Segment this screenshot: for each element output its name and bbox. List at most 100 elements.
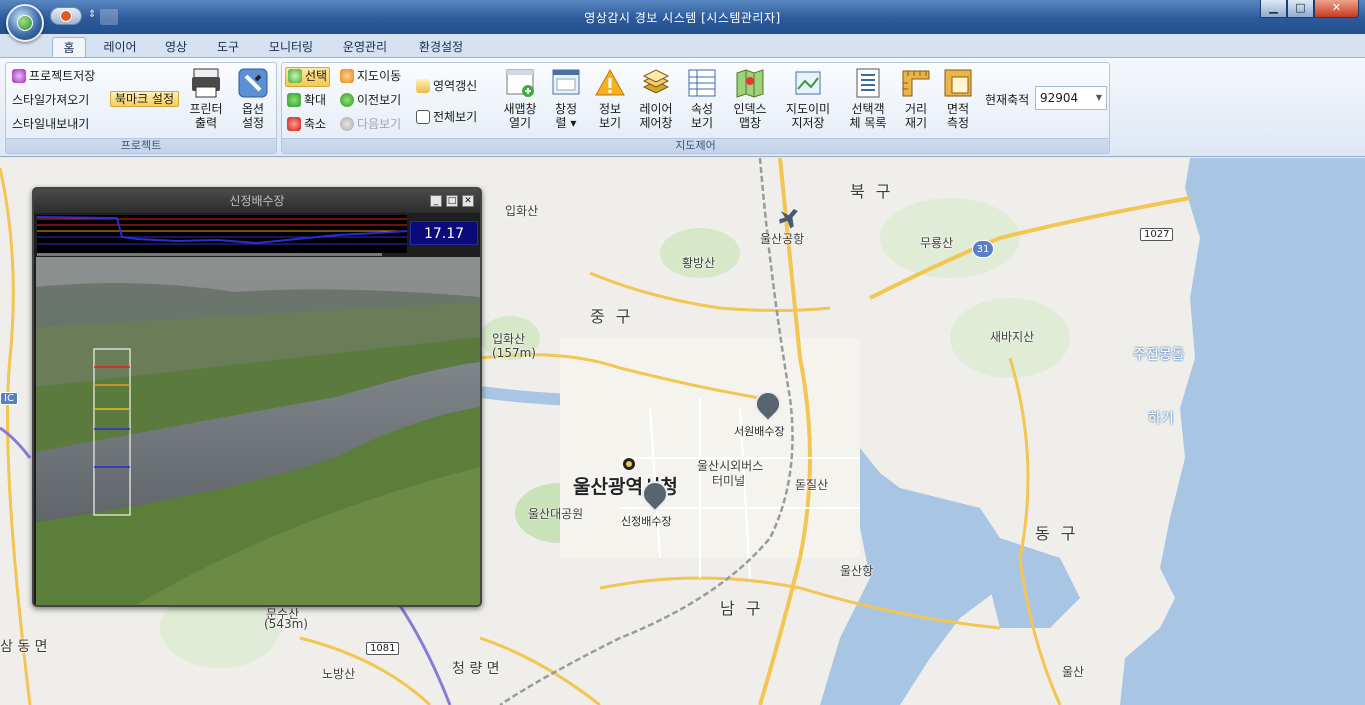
scale-label: 현재축적 xyxy=(985,93,1030,107)
map-label-saebaji: 새바지산 xyxy=(990,330,1035,344)
options-button[interactable]: 옵션 설정 xyxy=(233,67,273,130)
map-label-ulsan-port: 울산항 xyxy=(840,564,874,578)
selected-object-list-button[interactable]: 선택객 체 목록 xyxy=(842,67,894,130)
map-label-haki: 하기 xyxy=(1148,411,1174,427)
map-label-grand-park: 울산대공원 xyxy=(528,507,584,521)
refresh-icon xyxy=(416,79,430,93)
map-label-bus-terminal-2: 터미널 xyxy=(712,474,746,488)
map-label-ipwhasan2: 입화산 xyxy=(492,332,526,346)
refresh-area-button[interactable]: 영역갱신 xyxy=(414,77,479,97)
road-shield-1081: 1081 xyxy=(366,642,400,655)
map-image-save-button[interactable]: 지도이미 지저장 xyxy=(780,67,836,130)
check-icon xyxy=(288,69,302,83)
back-icon xyxy=(340,93,354,107)
water-level-graph xyxy=(37,215,407,253)
layer-control-button[interactable]: 레이어 제어창 xyxy=(634,67,678,130)
map-label-samdong: 삼 동 면 xyxy=(0,639,48,655)
attribute-view-button[interactable]: 속성 보기 xyxy=(682,67,722,130)
tab-operations[interactable]: 운영관리 xyxy=(334,37,396,58)
zoom-in-button[interactable]: 확대 xyxy=(285,91,328,111)
save-icon xyxy=(12,69,26,83)
warning-icon xyxy=(594,67,626,99)
scale-select[interactable]: 92904 ▼ xyxy=(1035,86,1107,110)
map-label-ipwhasan2-elev: (157m) xyxy=(492,346,536,360)
map-label-junggu: 중 구 xyxy=(590,307,634,326)
tab-settings[interactable]: 환경설정 xyxy=(408,37,474,58)
pan-button[interactable]: 지도이동 xyxy=(338,67,403,87)
project-group: 프로젝트저장 스타일가져오기 스타일내보내기 북마크 설정 프린터 출력 옵션 설정… xyxy=(5,62,277,154)
map-label-nobangsan: 노방산 xyxy=(322,667,356,681)
select-tool-button[interactable]: 선택 xyxy=(285,67,331,87)
tab-layer[interactable]: 레이어 xyxy=(95,37,145,58)
area-measure-button[interactable]: 면적 측정 xyxy=(940,67,976,130)
water-level-value: 17.17 xyxy=(410,221,478,245)
layers-icon xyxy=(640,67,672,99)
full-extent-icon xyxy=(416,110,430,124)
pin-label-sinjeong: 신정배수장 xyxy=(621,515,672,528)
map-icon xyxy=(734,67,766,99)
map-label-dojilsan: 돋질산 xyxy=(795,478,829,492)
project-group-caption: 프로젝트 xyxy=(6,138,276,153)
tab-video[interactable]: 영상 xyxy=(156,37,196,58)
map-label-munsusan-elev: (543m) xyxy=(264,617,308,631)
bookmark-settings-button[interactable]: 북마크 설정 xyxy=(108,90,181,110)
globe-icon xyxy=(17,15,33,31)
index-map-button[interactable]: 인덱스 맵창 xyxy=(726,67,774,130)
move-icon xyxy=(340,69,354,83)
previous-view-button[interactable]: 이전보기 xyxy=(338,91,403,111)
list-icon xyxy=(852,67,884,99)
image-save-icon xyxy=(792,67,824,99)
info-view-button[interactable]: 정보 보기 xyxy=(590,67,630,130)
distance-measure-button[interactable]: 거리 재기 xyxy=(898,67,934,130)
camera-popup-window[interactable]: 신정배수장 _ □ ✕ 17.17 xyxy=(32,187,482,607)
window-title: 영상감시 경보 시스템 [시스템관리자] xyxy=(584,11,781,25)
ribbon: 프로젝트저장 스타일가져오기 스타일내보내기 북마크 설정 프린터 출력 옵션 설정… xyxy=(0,57,1365,157)
options-icon xyxy=(237,67,269,99)
map-label-mubongsan: 무룡산 xyxy=(920,236,954,250)
timeline-scrubber[interactable] xyxy=(37,253,382,256)
full-view-button[interactable]: 전체보기 xyxy=(414,108,479,128)
pin-label-seowon: 서원배수장 xyxy=(734,425,785,438)
minus-icon xyxy=(287,117,301,131)
forward-icon xyxy=(340,117,354,131)
map-label-jujeon: 주전몽돌 xyxy=(1133,347,1185,363)
road-shield-1027: 1027 xyxy=(1140,228,1174,241)
map-control-group: 선택 확대 축소 지도이동 이전보기 다음보기 영역갱신 전체보기 새맵창 열기 … xyxy=(281,62,1110,154)
popup-maximize-button[interactable]: □ xyxy=(446,195,458,207)
printer-output-button[interactable]: 프린터 출력 xyxy=(186,67,226,130)
map-label-airport: 울산공항 xyxy=(760,232,805,246)
next-view-button[interactable]: 다음보기 xyxy=(338,115,403,135)
popup-close-button[interactable]: ✕ xyxy=(462,195,474,207)
app-menu-button[interactable] xyxy=(6,4,44,42)
map-label-cheongryang: 청 량 면 xyxy=(452,661,500,677)
title-bar: ⇕ 영상감시 경보 시스템 [시스템관리자] ▁ □ ✕ xyxy=(0,0,1365,34)
style-export-button[interactable]: 스타일내보내기 xyxy=(10,115,91,135)
ruler-icon xyxy=(900,67,932,99)
ic-shield: IC xyxy=(0,392,18,405)
map-label-bukgu: 북 구 xyxy=(850,182,894,201)
table-icon xyxy=(686,67,718,99)
chevron-down-icon: ▼ xyxy=(1095,93,1102,102)
map-label-ulsan-east: 울산 xyxy=(1062,665,1085,679)
zoom-out-button[interactable]: 축소 xyxy=(285,115,328,135)
maximize-button[interactable]: □ xyxy=(1287,0,1314,18)
map-label-ipwhasan: 입화산 xyxy=(505,204,539,218)
window-arrange-icon xyxy=(550,67,582,99)
popup-title: 신정배수장 xyxy=(34,189,480,213)
minimize-button[interactable]: ▁ xyxy=(1260,0,1287,18)
close-button[interactable]: ✕ xyxy=(1314,0,1359,18)
map-label-namgu: 남 구 xyxy=(720,599,764,618)
tab-home[interactable]: 홈 xyxy=(52,37,86,58)
window-arrange-button[interactable]: 창정 렬 ▾ xyxy=(546,67,586,130)
tab-tools[interactable]: 도구 xyxy=(208,37,248,58)
popup-minimize-button[interactable]: _ xyxy=(430,195,442,207)
save-project-button[interactable]: 프로젝트저장 xyxy=(10,67,97,87)
route-31-shield: 31 xyxy=(972,240,994,258)
new-map-window-button[interactable]: 새맵창 열기 xyxy=(498,67,542,130)
map-control-group-caption: 지도제어 xyxy=(282,138,1109,153)
area-ruler-icon xyxy=(942,67,974,99)
tab-monitoring[interactable]: 모니터링 xyxy=(260,37,322,58)
map-label-hwangbangsan: 황방산 xyxy=(682,256,716,270)
style-import-button[interactable]: 스타일가져오기 xyxy=(10,91,91,111)
ribbon-tabs: 홈 레이어 영상 도구 모니터링 운영관리 환경설정 xyxy=(0,34,1365,58)
